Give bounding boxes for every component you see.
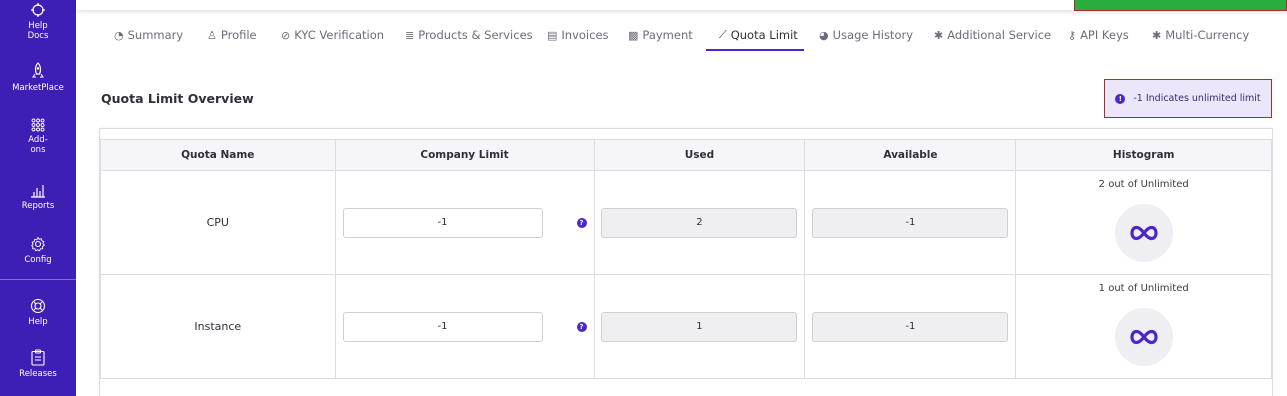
question-icon[interactable]: ? bbox=[576, 321, 587, 332]
gear-icon bbox=[31, 236, 45, 252]
sidebar-item-reports[interactable]: Reports bbox=[0, 184, 76, 211]
tab-additional-label: Additional Service bbox=[947, 28, 1052, 42]
column-header-used: Used bbox=[593, 139, 806, 171]
table-header-row: Quota Name Company Limit Used Available … bbox=[100, 139, 1272, 171]
line-chart-icon: ⟋ bbox=[719, 28, 727, 41]
tab-summary[interactable]: ◔ Summary bbox=[114, 22, 183, 48]
sidebar-label-add: Add- bbox=[28, 135, 48, 145]
company-limit-cell: -1 ? bbox=[334, 274, 595, 379]
tab-additional-service[interactable]: ✱ Additional Service bbox=[934, 22, 1051, 48]
company-limit-input[interactable]: -1 bbox=[342, 207, 543, 238]
sidebar-label-reports: Reports bbox=[21, 201, 55, 211]
tab-invoices[interactable]: ▤ Invoices bbox=[547, 22, 609, 48]
tab-payment-label: Payment bbox=[642, 28, 693, 42]
company-limit-input[interactable]: -1 bbox=[342, 311, 543, 342]
used-cell: 1 bbox=[593, 274, 806, 379]
rocket-icon bbox=[32, 62, 44, 78]
sidebar-item-marketplace[interactable]: MarketPlace bbox=[0, 62, 76, 93]
info-note: ! -1 Indicates unlimited limit bbox=[1104, 79, 1272, 118]
sidebar-item-help[interactable]: Help bbox=[0, 298, 76, 327]
histogram-label: 1 out of Unlimited bbox=[1098, 283, 1189, 294]
document-icon: ▤ bbox=[547, 28, 558, 42]
tab-profile-label: Profile bbox=[220, 28, 257, 42]
tab-quota-limit[interactable]: ⟋ Quota Limit bbox=[719, 22, 798, 48]
sidebar-item-releases[interactable]: Releases bbox=[0, 349, 76, 379]
sidebar-divider bbox=[0, 279, 76, 280]
tab-summary-label: Summary bbox=[127, 28, 184, 42]
info-icon: ! bbox=[1115, 93, 1126, 104]
tab-payment[interactable]: ▩ Payment bbox=[628, 22, 693, 48]
table-row: CPU -1 ? 2 -1 2 out of Unlimited bbox=[100, 170, 1272, 275]
histogram-label: 2 out of Unlimited bbox=[1098, 179, 1189, 190]
tab-products-label: Products & Services bbox=[418, 28, 533, 42]
clipboard-icon bbox=[31, 349, 45, 366]
tab-products-services[interactable]: ≣ Products & Services bbox=[405, 22, 533, 48]
column-header-company-limit: Company Limit bbox=[334, 139, 595, 171]
table-row: Instance -1 ? 1 -1 1 out of Unlimited bbox=[100, 274, 1272, 379]
histogram-cell: 2 out of Unlimited bbox=[1015, 170, 1272, 275]
tab-usage-history[interactable]: ◕ Usage History bbox=[819, 22, 913, 48]
grid-dots-icon bbox=[31, 118, 45, 132]
sidebar-label-help-2: Help bbox=[28, 317, 48, 327]
tab-multi-label: Multi-Currency bbox=[1165, 28, 1250, 42]
available-field: -1 bbox=[812, 311, 1009, 342]
quota-table-card: Quota Name Company Limit Used Available … bbox=[99, 128, 1273, 396]
success-toast bbox=[1074, 0, 1287, 11]
column-header-quota-name: Quota Name bbox=[100, 139, 336, 171]
infinity-icon bbox=[1130, 225, 1158, 241]
user-icon: ♙ bbox=[207, 28, 217, 42]
info-note-text: -1 Indicates unlimited limit bbox=[1133, 93, 1261, 104]
column-header-histogram: Histogram bbox=[1015, 139, 1272, 171]
tab-api-label: API Keys bbox=[1080, 28, 1129, 42]
sidebar: Help Docs MarketPlace Add- ons Reports C… bbox=[0, 0, 76, 396]
column-header-available: Available bbox=[804, 139, 1017, 171]
quota-table: Quota Name Company Limit Used Available … bbox=[100, 139, 1272, 379]
used-cell: 2 bbox=[593, 170, 806, 275]
tab-profile[interactable]: ♙ Profile bbox=[207, 22, 257, 48]
unlimited-badge bbox=[1114, 308, 1173, 366]
tab-invoices-label: Invoices bbox=[561, 28, 609, 42]
used-field: 2 bbox=[601, 207, 798, 238]
gear-icon: ✱ bbox=[934, 28, 944, 42]
company-limit-cell: -1 ? bbox=[334, 170, 595, 275]
sidebar-item-help-docs[interactable]: Help Docs bbox=[0, 2, 76, 41]
sidebar-label-docs: Docs bbox=[27, 31, 49, 41]
tab-quota-label: Quota Limit bbox=[730, 28, 798, 42]
used-field: 1 bbox=[601, 311, 798, 342]
sidebar-label-marketplace: MarketPlace bbox=[12, 83, 64, 93]
available-field: -1 bbox=[812, 207, 1009, 238]
tab-kyc-label: KYC Verification bbox=[294, 28, 385, 42]
sidebar-label-help: Help bbox=[28, 21, 48, 31]
lifebuoy-icon bbox=[30, 298, 46, 314]
active-tab-indicator bbox=[706, 49, 804, 51]
sidebar-label-ons: ons bbox=[30, 145, 46, 155]
money-icon: ▩ bbox=[628, 28, 639, 42]
unlimited-badge bbox=[1114, 204, 1173, 262]
page-title: Quota Limit Overview bbox=[101, 91, 254, 106]
quota-name-cell: CPU bbox=[100, 170, 336, 275]
sidebar-item-addons[interactable]: Add- ons bbox=[0, 118, 76, 155]
tab-multi-currency[interactable]: ✱ Multi-Currency bbox=[1152, 22, 1249, 48]
bar-chart-icon bbox=[31, 185, 45, 198]
histogram-cell: 1 out of Unlimited bbox=[1015, 274, 1272, 379]
sidebar-label-releases: Releases bbox=[19, 369, 57, 379]
tab-kyc-verification[interactable]: ⊘ KYC Verification bbox=[281, 22, 384, 48]
list-icon: ≣ bbox=[405, 28, 415, 42]
question-icon[interactable]: ? bbox=[576, 217, 587, 228]
help-docs-icon bbox=[31, 3, 45, 17]
tab-usage-label: Usage History bbox=[832, 28, 914, 42]
pie-chart-icon: ◕ bbox=[819, 28, 829, 42]
infinity-icon bbox=[1130, 329, 1158, 345]
quota-name-cell: Instance bbox=[100, 274, 336, 379]
dashboard-icon: ◔ bbox=[114, 28, 124, 42]
tab-api-keys[interactable]: ⚷ API Keys bbox=[1068, 22, 1129, 48]
sidebar-label-config: Config bbox=[24, 255, 52, 265]
check-circle-icon: ⊘ bbox=[281, 28, 291, 42]
sidebar-item-config[interactable]: Config bbox=[0, 236, 76, 265]
key-icon: ⚷ bbox=[1068, 28, 1077, 42]
available-cell: -1 bbox=[804, 170, 1017, 275]
gear-icon: ✱ bbox=[1152, 28, 1162, 42]
available-cell: -1 bbox=[804, 274, 1017, 379]
